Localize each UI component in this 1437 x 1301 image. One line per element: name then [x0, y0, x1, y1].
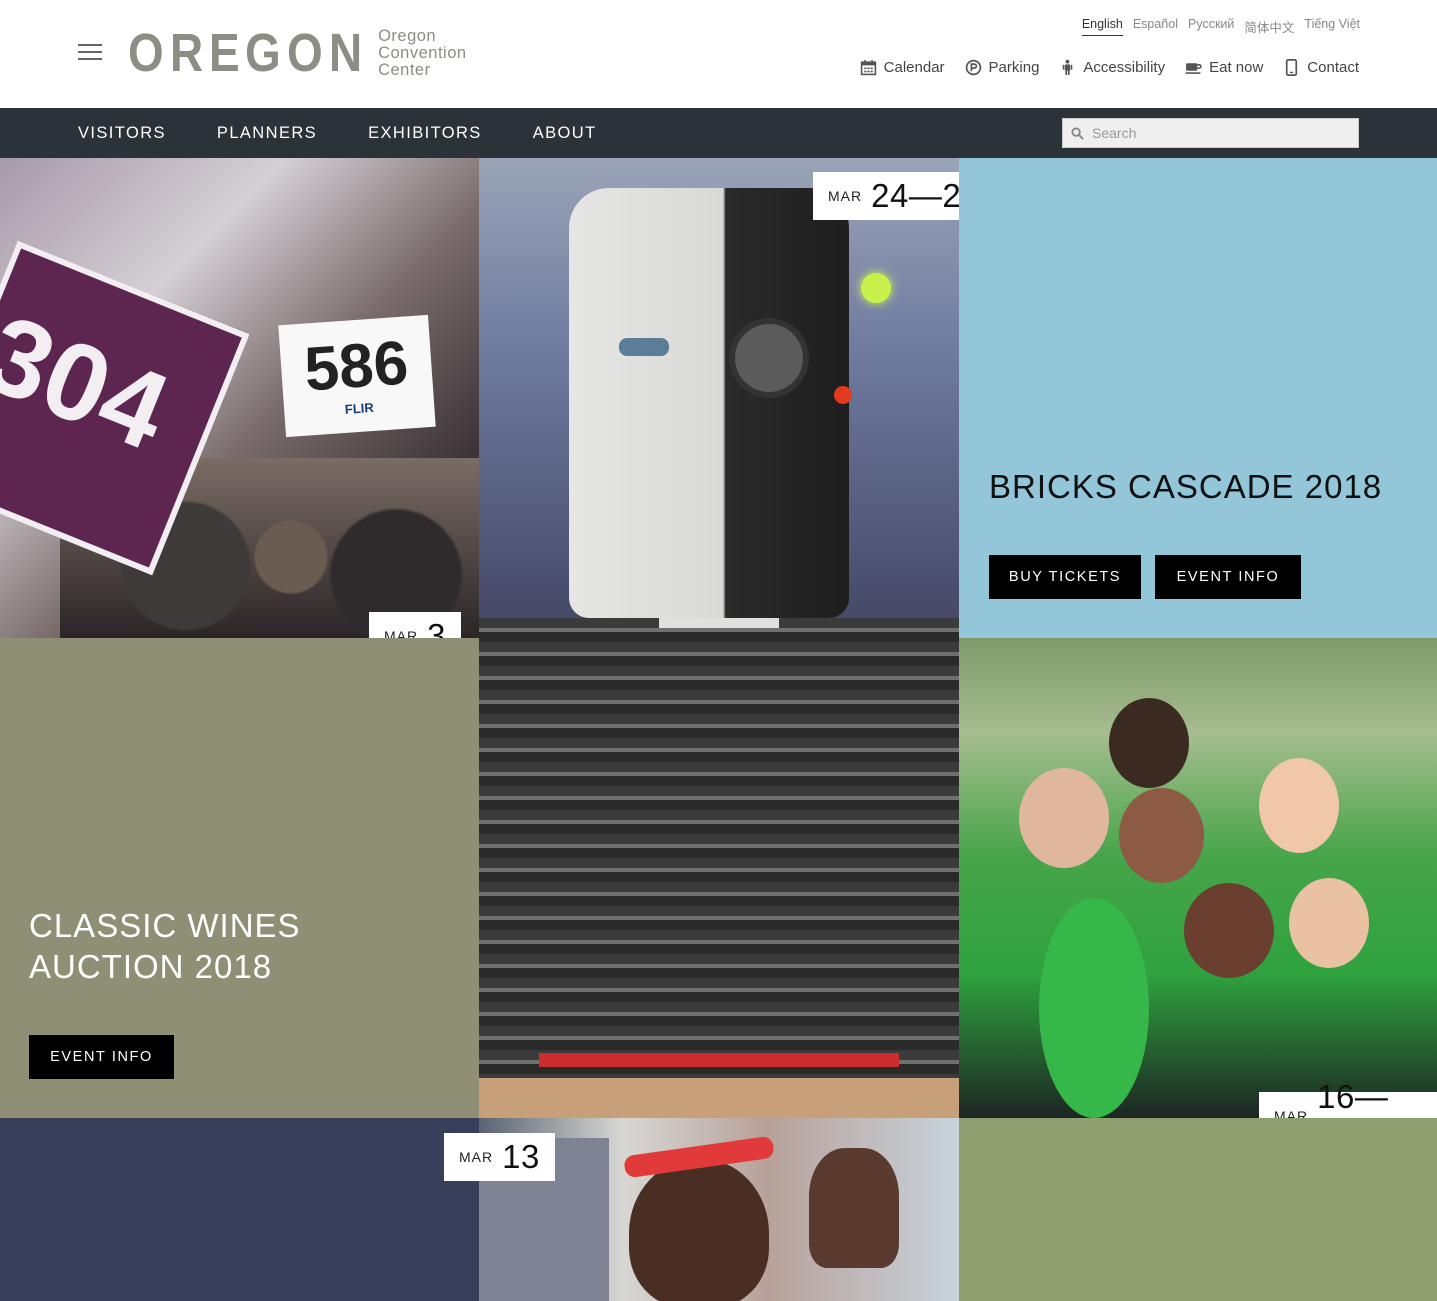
eat-now-label: Eat now	[1209, 59, 1264, 76]
bid-paddle-number: 304	[0, 291, 185, 474]
accessibility-icon	[1063, 59, 1073, 75]
logo-letter: G	[245, 23, 281, 83]
hand-image	[809, 1148, 899, 1268]
parking-link[interactable]: Parking	[965, 59, 1040, 76]
nav-item-exhibitors[interactable]: EXHIBITORS	[368, 124, 482, 143]
language-vietnamese[interactable]: Tiếng Việt	[1304, 17, 1360, 36]
logo-letter: E	[209, 23, 240, 83]
logo-subtitle-line: Convention	[378, 43, 467, 62]
logo-subtitle: Oregon Convention Center	[378, 26, 467, 79]
lego-eye-image	[619, 338, 669, 356]
contact-label: Contact	[1307, 59, 1359, 76]
language-spanish[interactable]: Español	[1133, 17, 1178, 36]
utility-links: Calendar Parking Accessibility Eat now C…	[860, 59, 1359, 76]
language-switcher: English Español Русский 简体中文 Tiếng Việt	[1081, 17, 1360, 36]
parking-label: Parking	[988, 59, 1040, 76]
classic-wines-title[interactable]: CLASSIC WINES AUCTION 2018	[29, 905, 301, 987]
site-logo[interactable]: O R E G O N Oregon Convention Center	[128, 23, 467, 83]
contact-link[interactable]: Contact	[1283, 59, 1359, 76]
lego-head-image	[569, 188, 849, 618]
nav-item-visitors[interactable]: VISITORS	[78, 124, 166, 143]
language-english[interactable]: English	[1081, 17, 1123, 36]
logo-letter: R	[170, 23, 203, 83]
runner-face-image	[1259, 758, 1339, 853]
lego-base-image	[479, 1078, 959, 1118]
date-month: MAR	[459, 1149, 494, 1165]
nav-item-planners[interactable]: PLANNERS	[217, 124, 317, 143]
search-box	[1062, 118, 1359, 148]
calendar-link[interactable]: Calendar	[860, 59, 945, 76]
bricks-cascade-title[interactable]: BRICKS CASCADE 2018	[989, 466, 1382, 507]
nav-item-about[interactable]: ABOUT	[533, 124, 597, 143]
calendar-icon	[860, 60, 876, 76]
runner-face-image	[1109, 698, 1189, 788]
lego-base-stripe	[539, 1053, 899, 1067]
wines-event-info-button[interactable]: EVENT INFO	[29, 1035, 174, 1079]
coffee-icon	[1185, 63, 1202, 74]
nav-items: VISITORS PLANNERS EXHIBITORS ABOUT	[78, 108, 648, 158]
runner-face-image	[1019, 768, 1109, 868]
date-month: MAR	[828, 188, 863, 204]
runner-face-image	[1289, 878, 1369, 968]
lego-light-image	[861, 273, 891, 303]
navy-tile	[0, 1118, 479, 1301]
logo-letter: O	[128, 23, 164, 83]
logo-wordmark: O R E G O N	[128, 23, 366, 83]
lego-gear-image	[729, 318, 809, 398]
logo-letter: O	[287, 23, 323, 83]
event-title-line: CLASSIC WINES	[29, 907, 301, 944]
buy-tickets-button[interactable]: BUY TICKETS	[989, 555, 1141, 599]
classic-wines-photo[interactable]: 304 586 FLIR	[0, 158, 479, 638]
runner-face-image	[1184, 883, 1274, 978]
date-day: 13	[502, 1138, 540, 1175]
runner-face-image	[1119, 788, 1204, 883]
bid-paddle-number: 586	[302, 328, 411, 405]
site-header: O R E G O N Oregon Convention Center Eng…	[0, 0, 1437, 108]
calendar-label: Calendar	[883, 59, 945, 76]
language-russian[interactable]: Русский	[1188, 17, 1234, 36]
bricks-cascade-photo[interactable]	[479, 158, 959, 1118]
logo-subtitle-line: Center	[378, 60, 431, 79]
run-event-photo[interactable]	[959, 638, 1437, 1118]
phone-icon	[1286, 59, 1298, 76]
runner-shirt-image	[1039, 898, 1149, 1118]
logo-subtitle-line: Oregon	[378, 26, 437, 45]
accessibility-label: Accessibility	[1083, 59, 1166, 76]
accessibility-link[interactable]: Accessibility	[1059, 59, 1165, 76]
bid-paddle-brand: FLIR	[344, 399, 375, 417]
parking-icon	[965, 59, 981, 76]
event-title-line: AUCTION 2018	[29, 948, 273, 985]
bricks-event-info-button[interactable]: EVENT INFO	[1155, 555, 1301, 599]
girl-face-image	[629, 1158, 769, 1301]
logo-letter: N	[329, 23, 362, 83]
bid-paddle-image: 586 FLIR	[278, 314, 436, 438]
main-nav: VISITORS PLANNERS EXHIBITORS ABOUT	[0, 108, 1437, 158]
lego-body-image	[479, 618, 959, 1088]
language-chinese[interactable]: 简体中文	[1244, 17, 1294, 36]
search-input[interactable]	[1092, 125, 1342, 141]
eat-now-link[interactable]: Eat now	[1185, 59, 1263, 76]
hamburger-menu-icon[interactable]	[78, 44, 102, 62]
girls-date-badge: MAR 13	[444, 1133, 555, 1181]
green-tile	[959, 1118, 1437, 1301]
lego-red-light-image	[834, 386, 852, 404]
search-icon	[1071, 126, 1084, 140]
